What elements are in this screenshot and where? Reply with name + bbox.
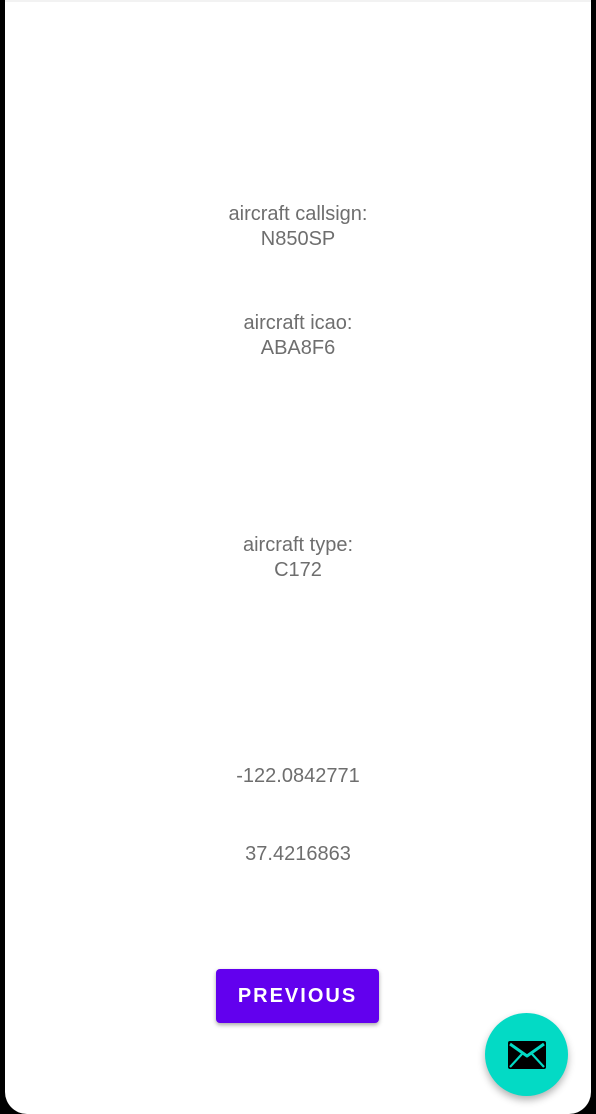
latitude-value: 37.4216863 (245, 843, 351, 865)
email-icon (507, 1040, 546, 1069)
type-value: C172 (274, 559, 322, 581)
type-label: aircraft type: (242, 534, 354, 556)
longitude-value: -122.0842771 (236, 765, 360, 787)
status-divider (5, 0, 591, 2)
callsign-value: N850SP (260, 228, 336, 250)
app-screen: aircraft callsign: N850SP aircraft icao:… (5, 0, 591, 1114)
previous-button[interactable]: PREVIOUS (216, 969, 379, 1023)
icao-label: aircraft icao: (243, 312, 353, 334)
icao-value: ABA8F6 (260, 337, 336, 359)
callsign-block: aircraft callsign: N850SP (5, 202, 591, 252)
longitude-text: -122.0842771 (5, 764, 591, 789)
latitude-text: 37.4216863 (5, 842, 591, 867)
icao-block: aircraft icao: ABA8F6 (5, 311, 591, 361)
callsign-label: aircraft callsign: (228, 203, 368, 225)
type-block: aircraft type: C172 (5, 533, 591, 583)
email-fab-button[interactable] (485, 1013, 568, 1096)
